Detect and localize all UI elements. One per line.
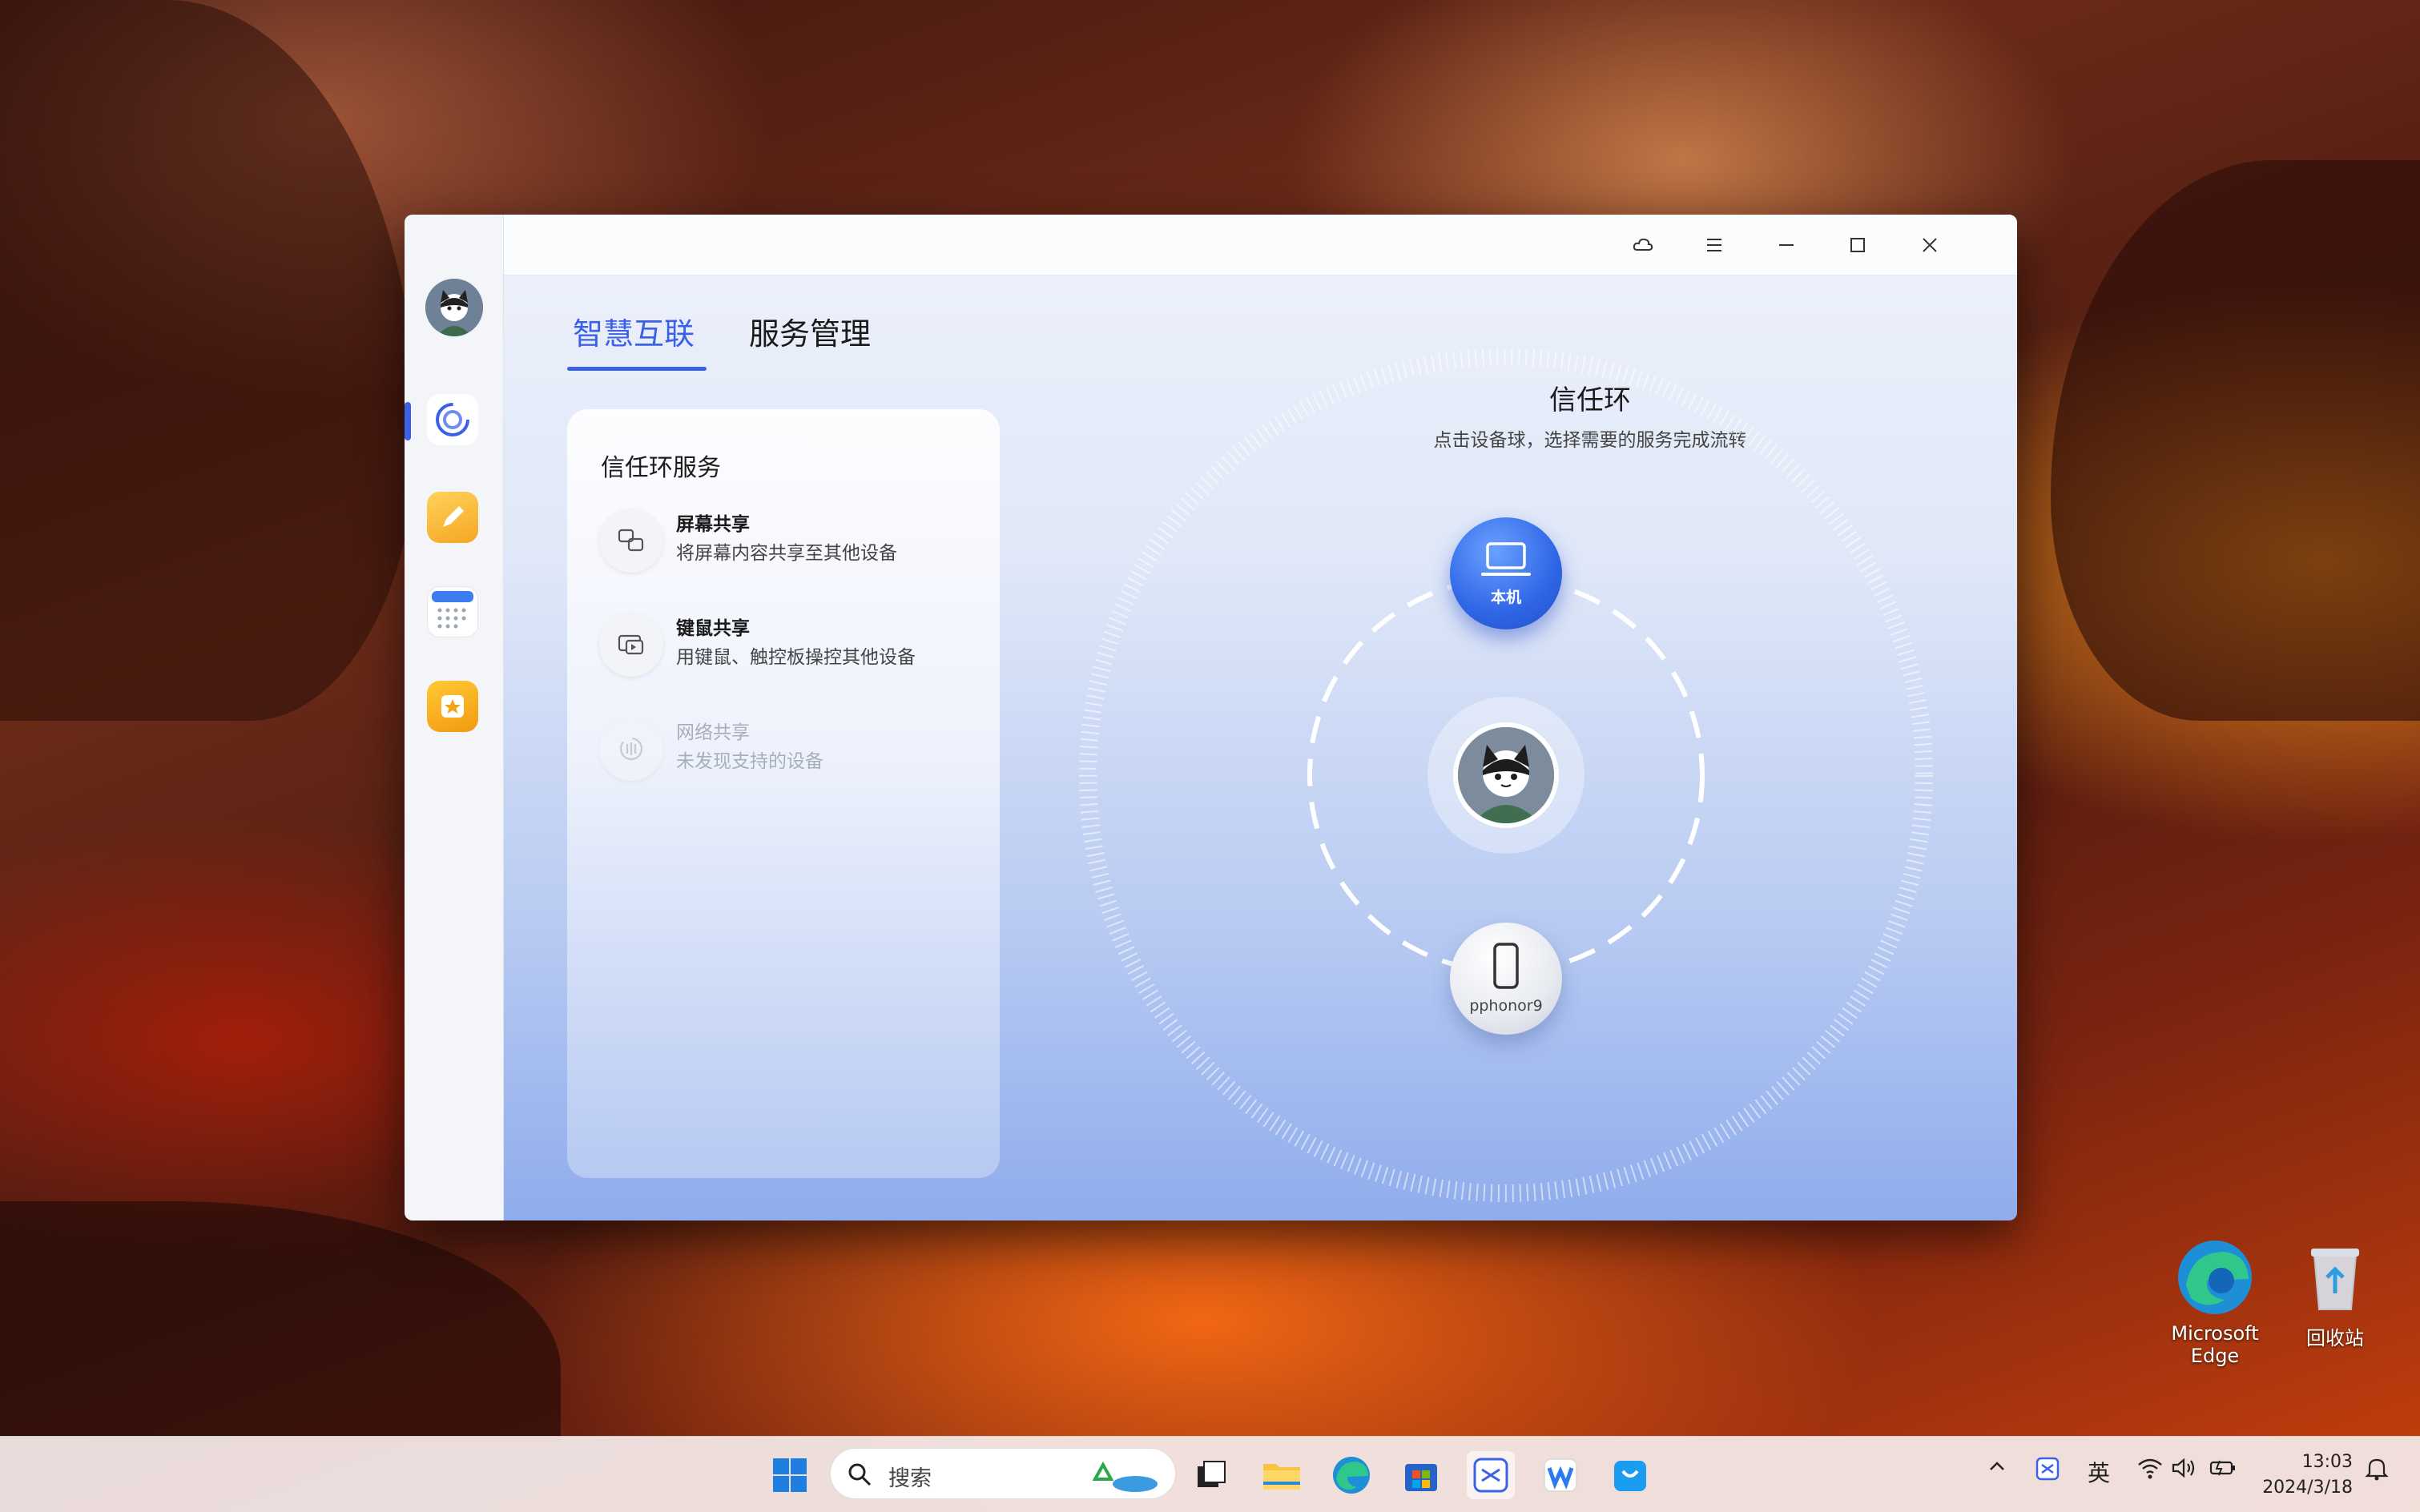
folder-icon	[1263, 1464, 1300, 1490]
taskbar-search[interactable]: 搜索	[830, 1448, 1176, 1499]
search-placeholder: 搜索	[888, 1466, 932, 1491]
wallpaper-rock	[0, 0, 417, 721]
shopping-bag-icon	[1614, 1461, 1646, 1491]
taskbar-app-trust-ring[interactable]	[1467, 1451, 1515, 1499]
tray-volume[interactable]	[2171, 1456, 2197, 1480]
tray-wifi[interactable]	[2136, 1456, 2164, 1480]
desktop-icon-label: Microsoft Edge	[2171, 1322, 2259, 1367]
desktop-icon-edge[interactable]: Microsoft Edge	[2155, 1237, 2275, 1367]
taskbar-app-task-view[interactable]	[1187, 1451, 1235, 1499]
taskbar-app-file-explorer[interactable]	[1258, 1451, 1306, 1499]
wallpaper-rock	[0, 1201, 561, 1442]
tray-clock[interactable]: 13:03 2024/3/18	[2262, 1450, 2353, 1501]
recycle-badge-icon	[1092, 1461, 1158, 1492]
task-view-icon	[1198, 1461, 1226, 1487]
app-window: 智慧互联 服务管理 信任环服务 屏幕共享 将屏幕内容共享至其他设备 键鼠共享 用…	[405, 215, 2017, 1220]
tray-notifications[interactable]	[2365, 1456, 2389, 1482]
taskbar-app-store[interactable]	[1397, 1451, 1445, 1499]
device-label: 本机	[1490, 588, 1521, 606]
w-app-icon	[1544, 1458, 1577, 1492]
windows-icon	[773, 1458, 807, 1492]
trust-ring-tray-icon	[2035, 1457, 2060, 1481]
battery-icon	[2209, 1460, 2235, 1476]
clock-time: 13:03	[2301, 1452, 2353, 1472]
taskbar-app-w[interactable]	[1536, 1451, 1584, 1499]
wifi-icon	[2138, 1458, 2162, 1479]
tray-battery[interactable]	[2209, 1456, 2237, 1478]
store-icon	[1405, 1464, 1437, 1491]
trust-ring-graphic	[1079, 348, 1933, 1202]
desktop-icon-recycle-bin[interactable]: 回收站	[2275, 1237, 2395, 1350]
taskbar-app-edge[interactable]	[1327, 1451, 1375, 1499]
search-icon	[848, 1463, 872, 1486]
device-ball-local[interactable]: 本机	[1450, 517, 1562, 629]
clock-date: 2024/3/18	[2262, 1478, 2353, 1498]
desktop-icon-label: 回收站	[2306, 1327, 2364, 1349]
chevron-up-icon	[1990, 1462, 2004, 1470]
wallpaper-rock	[2051, 160, 2420, 721]
trust-ring-app-icon	[1473, 1458, 1508, 1493]
center-user-avatar[interactable]	[1453, 722, 1559, 828]
taskbar-app-shop[interactable]	[1606, 1451, 1654, 1499]
edge-icon	[2175, 1237, 2255, 1317]
volume-icon	[2172, 1458, 2195, 1478]
laptop-icon	[1481, 541, 1531, 576]
tray-trust-ring[interactable]	[2035, 1456, 2060, 1482]
device-label: pphonor9	[1469, 997, 1543, 1015]
start-button[interactable]	[766, 1451, 814, 1499]
taskbar: 搜索 英 13:03 2024/3/18	[0, 1436, 2420, 1512]
edge-icon	[1333, 1457, 1370, 1494]
bell-icon	[2365, 1458, 2389, 1481]
tray-overflow-button[interactable]	[1987, 1456, 2007, 1477]
device-ball-phone[interactable]: pphonor9	[1450, 923, 1562, 1035]
tray-ime[interactable]: 英	[2088, 1456, 2110, 1488]
phone-icon	[1493, 943, 1519, 989]
recycle-bin-icon	[2295, 1237, 2375, 1317]
